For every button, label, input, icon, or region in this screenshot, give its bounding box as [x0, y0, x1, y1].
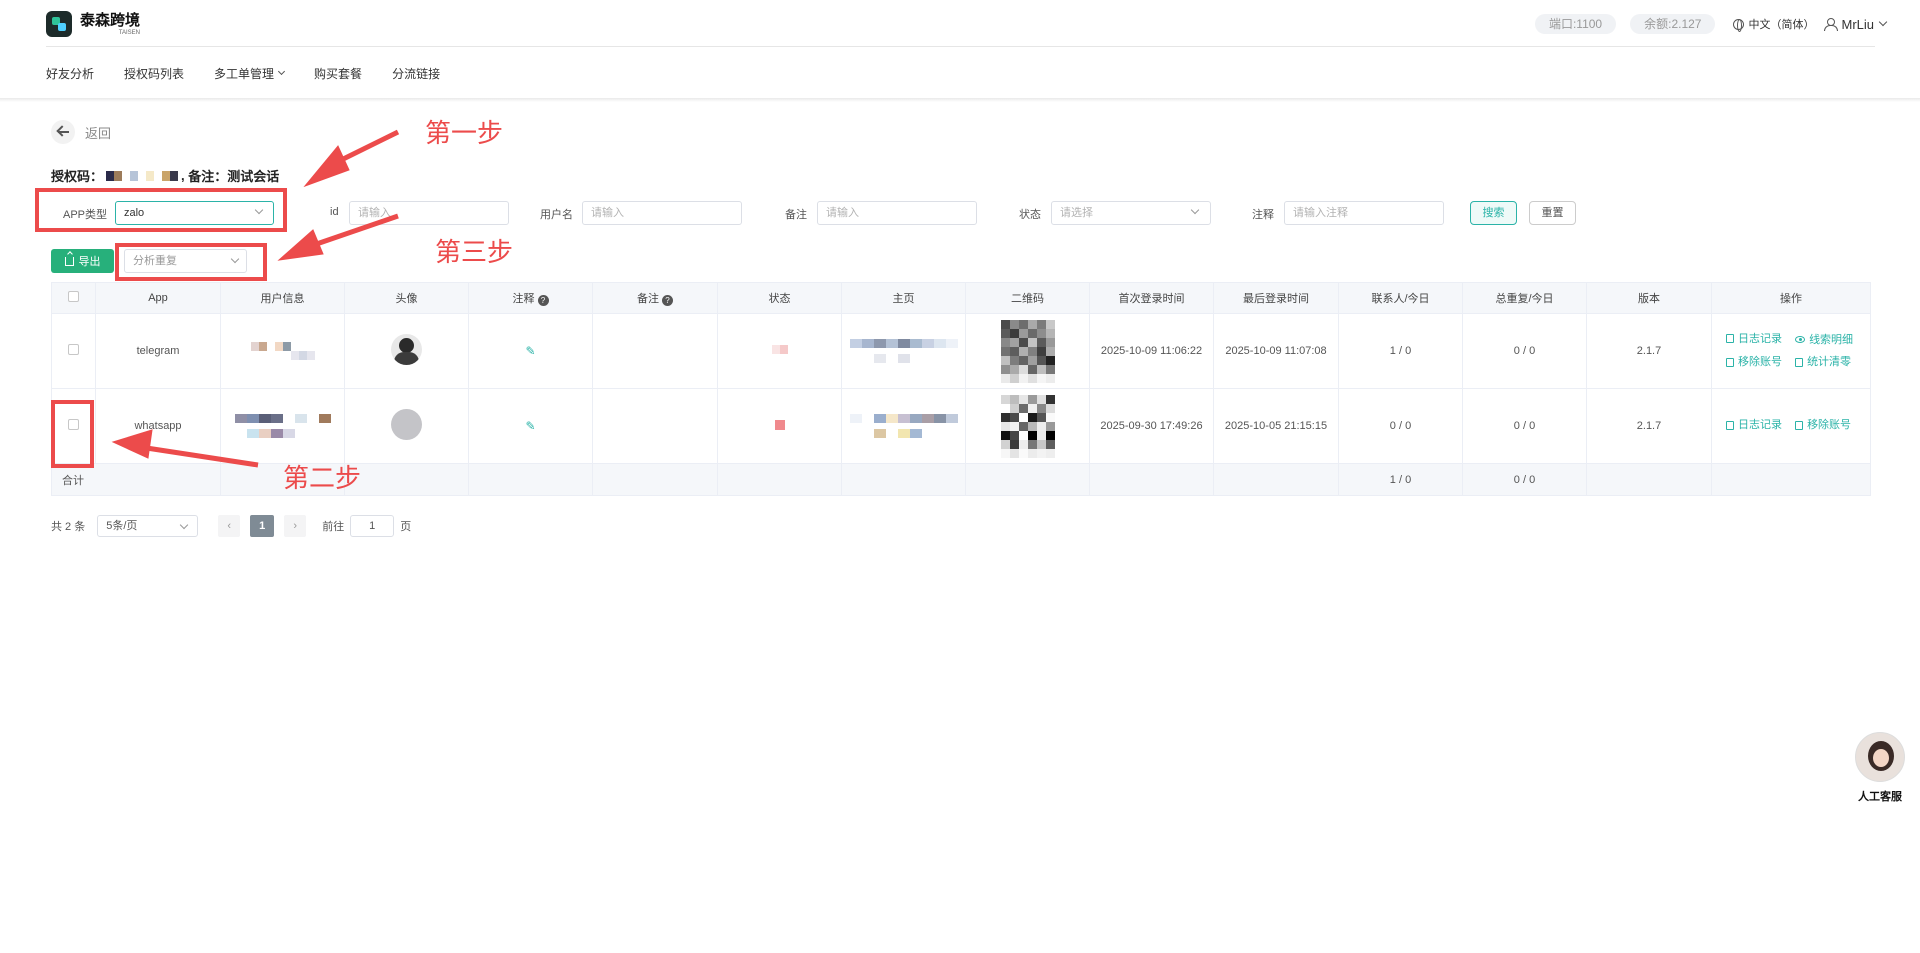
support-label: 人工客服: [1858, 791, 1902, 803]
customer-service-widget[interactable]: 人工客服: [1853, 732, 1907, 804]
annotation-step-2: 第二步: [283, 464, 362, 494]
annotation-step-3: 第三步: [435, 238, 514, 268]
annotation-step-1: 第一步: [425, 119, 504, 149]
support-avatar: [1855, 732, 1905, 782]
